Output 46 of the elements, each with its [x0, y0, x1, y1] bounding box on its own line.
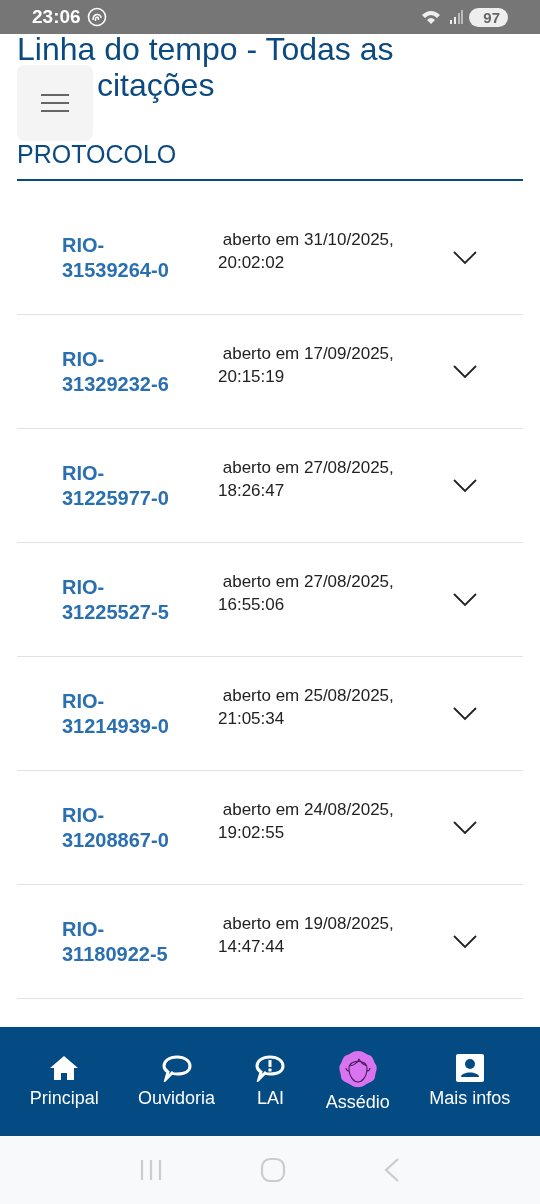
protocol-number: RIO- 31180922-5 — [61, 916, 169, 967]
chevron-icon[interactable] — [453, 934, 477, 949]
protocol-number: RIO- 31225977-0 — [61, 460, 170, 511]
menu-button[interactable] — [17, 65, 93, 141]
protocol-number: RIO- 31208867-0 — [61, 802, 170, 853]
chevron-icon[interactable] — [453, 592, 477, 607]
chevron-icon[interactable] — [453, 478, 477, 493]
protocol-number: RIO- 31329232-6 — [61, 346, 170, 397]
opened-date: aberto em 25/08/2025, 21:05:34 — [218, 684, 395, 730]
request-row[interactable]: RIO- 31225527-5 aberto em 27/08/2025, 16:55:06 — [17, 543, 523, 657]
request-row[interactable]: RIO- 31225977-0 aberto em 27/08/2025, 18:26:47 — [17, 429, 523, 543]
battery-indicator: 97 — [469, 7, 508, 27]
home-icon — [49, 1054, 80, 1082]
protocol-number: RIO- 31225527-5 — [61, 574, 170, 625]
request-row[interactable]: RIO- 31329232-6 aberto em 17/09/2025, 20:15:19 — [17, 315, 523, 429]
request-row[interactable]: RIO- 31208867-0 aberto em 24/08/2025, 19:02:55 — [17, 771, 523, 885]
fingerprint-icon — [86, 7, 107, 27]
opened-date: aberto em 24/08/2025, 19:02:55 — [218, 798, 395, 844]
contact-icon — [455, 1054, 484, 1082]
chevron-icon[interactable] — [453, 364, 477, 379]
nav-tab[interactable]: Assédio — [325, 1050, 390, 1113]
section-heading: PROTOCOLO — [17, 140, 523, 181]
nav-tab[interactable]: Mais infos — [429, 1054, 511, 1109]
woman-icon — [337, 1050, 378, 1088]
nav-tab[interactable]: Ouvidoria — [138, 1054, 216, 1109]
opened-date: aberto em 27/08/2025, 16:55:06 — [218, 570, 395, 616]
request-row[interactable]: RIO- 31214939-0 aberto em 25/08/2025, 21:05:34 — [17, 657, 523, 771]
signal-icon — [449, 10, 464, 24]
protocol-number: RIO- 31214939-0 — [61, 688, 170, 739]
speech-bubble-icon — [160, 1054, 193, 1082]
alert-bubble-icon — [254, 1054, 287, 1082]
request-row[interactable]: RIO- 31539264-0 aberto em 31/10/2025, 20:02:02 — [17, 201, 523, 315]
page-title: citações — [97, 67, 215, 105]
nav-tab[interactable]: LAI — [254, 1054, 287, 1109]
opened-date: aberto em 31/10/2025, 20:02:02 — [218, 228, 395, 274]
chevron-icon[interactable] — [453, 250, 477, 265]
opened-date: aberto em 19/08/2025, 14:47:44 — [218, 912, 395, 958]
nav-tab[interactable]: Principal — [29, 1054, 99, 1109]
chevron-icon[interactable] — [453, 820, 477, 835]
menu-icon — [40, 91, 70, 115]
opened-date: aberto em 27/08/2025, 18:26:47 — [218, 456, 395, 502]
chevron-icon[interactable] — [453, 706, 477, 721]
opened-date: aberto em 17/09/2025, 20:15:19 — [218, 342, 395, 388]
request-row[interactable]: RIO- 31180922-5 aberto em 19/08/2025, 14:47:44 — [17, 885, 523, 999]
clock-time: 23:06 — [32, 6, 81, 28]
protocol-number: RIO- 31539264-0 — [61, 232, 170, 283]
